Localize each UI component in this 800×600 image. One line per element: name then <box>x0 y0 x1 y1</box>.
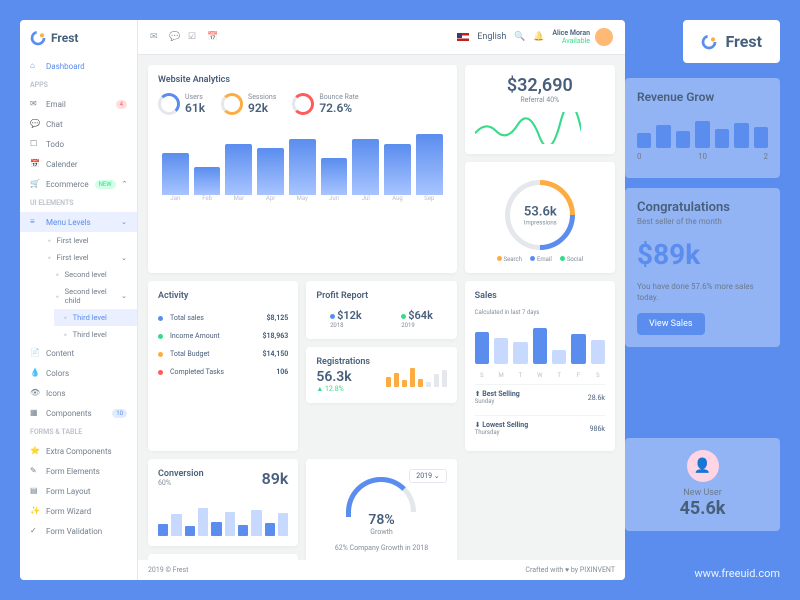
footer: 2019 © FrestCrafted with ♥ by PIXINVENT <box>138 560 625 580</box>
chevron-down-icon: ⌄ <box>121 254 127 262</box>
layout-icon: ▤ <box>30 486 40 496</box>
stat-users: Users61k <box>158 93 205 115</box>
referral-sparkline <box>475 112 582 144</box>
nav-menu-levels[interactable]: ≡Menu Levels⌄ <box>20 212 137 232</box>
brand-icon <box>701 34 717 50</box>
nav-ecommerce[interactable]: 🛒EcommerceNEW⌃ <box>20 174 137 194</box>
card-registrations: Registrations56.3k▲ 12.8% <box>306 347 456 403</box>
sales-chart <box>475 324 605 364</box>
nav-first-level-2[interactable]: ◦ First level⌄ <box>38 249 137 266</box>
new-badge: NEW <box>95 180 116 189</box>
view-sales-button[interactable]: View Sales <box>637 313 705 335</box>
nav-section-apps: APPS <box>20 76 137 94</box>
nav-calendar[interactable]: 📅Calender <box>20 154 137 174</box>
mail-icon: ✉ <box>30 99 40 109</box>
nav-email[interactable]: ✉Email4 <box>20 94 137 114</box>
user-menu[interactable]: Alice MoranAvailable <box>552 28 613 46</box>
stat-bounce: Bounce Rate72.6% <box>292 93 358 115</box>
donut-icon <box>221 93 243 115</box>
nav-section-ui: UI ELEMENTS <box>20 194 137 212</box>
box-icon: ▦ <box>30 408 40 418</box>
file-icon: 📄 <box>30 348 40 358</box>
calendar-icon: 📅 <box>30 159 40 169</box>
mail-icon[interactable]: ✉ <box>150 32 161 43</box>
side-card-new-user: 👤 New User 45.6k <box>625 438 780 531</box>
nav-form-validation[interactable]: ✓Form Validation <box>20 521 137 541</box>
donut-icon <box>292 93 314 115</box>
card-analytics: Website Analytics Users61k Sessions92k B… <box>148 65 457 273</box>
chat-icon[interactable]: 💬 <box>169 32 180 43</box>
registrations-chart <box>386 363 447 387</box>
card-conversion: Conversion60%89k <box>148 459 298 546</box>
flag-icon <box>457 33 469 41</box>
nav-second-child[interactable]: ◦ Second level child⌄ <box>46 283 137 309</box>
layers-icon: ≡ <box>30 217 40 227</box>
check-icon[interactable]: ☑ <box>188 32 199 43</box>
chevron-up-icon: ⌃ <box>122 180 128 188</box>
bell-icon[interactable]: 🔔 <box>533 32 544 43</box>
card-impressions: 53.6kImpressions SearchEmailSocial <box>465 162 615 273</box>
chart-x-axis: JanFebMarAprMayJunJulAugSep <box>158 195 447 202</box>
stat-sessions: Sessions92k <box>221 93 276 115</box>
side-brand: Frest <box>683 20 780 63</box>
revenue-chart <box>637 110 768 148</box>
droplet-icon: 💧 <box>30 368 40 378</box>
nav-section-forms: FORMS & TABLE <box>20 423 137 441</box>
conversion-chart <box>158 496 288 536</box>
magic-icon: ✨ <box>30 506 40 516</box>
components-badge: 10 <box>112 409 127 418</box>
nav-form-wizard[interactable]: ✨Form Wizard <box>20 501 137 521</box>
brand-logo: Frest <box>20 20 137 56</box>
chevron-down-icon: ⌄ <box>121 292 127 300</box>
cart-icon: 🛒 <box>30 179 40 189</box>
nav-first-level-1[interactable]: ◦ First level <box>38 232 137 249</box>
growth-gauge <box>346 477 416 512</box>
nav-content[interactable]: 📄Content <box>20 343 137 363</box>
watermark: www.freeuid.com <box>694 567 780 580</box>
user-icon: 👤 <box>687 450 719 482</box>
email-badge: 4 <box>116 100 127 109</box>
card-referral: $32,690 Referral 40% <box>465 65 615 154</box>
topbar: ✉ 💬 ☑ 📅 English 🔍 🔔 Alice MoranAvailable <box>138 20 625 55</box>
nav-form-layout[interactable]: ▤Form Layout <box>20 481 137 501</box>
card-activity: Activity Total sales$8,125 Income Amount… <box>148 281 298 451</box>
nav-dashboard[interactable]: ⌂Dashboard <box>20 56 137 76</box>
card-sales: Sales Calculated in last 7 days SMTWTFS … <box>465 281 615 451</box>
nav-chat[interactable]: 💬Chat <box>20 114 137 134</box>
brand-icon <box>30 30 46 46</box>
star-icon: ⭐ <box>30 446 40 456</box>
edit-icon: ✎ <box>30 466 40 476</box>
analytics-chart <box>158 125 447 195</box>
search-icon[interactable]: 🔍 <box>514 32 525 43</box>
card-growth: 2019 ⌄ 78% Growth 62% Company Growth in … <box>306 459 456 560</box>
chat-icon: 💬 <box>30 119 40 129</box>
avatar <box>595 28 613 46</box>
side-card-congrats: Congratulations Best seller of the month… <box>625 188 780 347</box>
nav-extra[interactable]: ⭐Extra Components <box>20 441 137 461</box>
card-profit: Profit Report $12k2018 $64k2019 <box>306 281 456 339</box>
nav-components[interactable]: ▦Components10 <box>20 403 137 423</box>
home-icon: ⌂ <box>30 61 40 71</box>
side-card-revenue: Revenue Grow 0102 <box>625 78 780 178</box>
nav-colors[interactable]: 💧Colors <box>20 363 137 383</box>
chevron-down-icon: ⌄ <box>121 218 127 226</box>
nav-todo[interactable]: ☐Todo <box>20 134 137 154</box>
nav-form-elements[interactable]: ✎Form Elements <box>20 461 137 481</box>
impressions-donut: 53.6kImpressions <box>490 166 589 265</box>
check-icon: ☐ <box>30 139 40 149</box>
nav-third-level-2[interactable]: ◦ Third level <box>54 326 137 343</box>
year-selector[interactable]: 2019 ⌄ <box>409 469 446 483</box>
card-title: Website Analytics <box>158 75 447 85</box>
language-selector[interactable]: English <box>477 32 506 42</box>
nav-second-level[interactable]: ◦ Second level <box>46 266 137 283</box>
calendar-icon[interactable]: 📅 <box>207 32 218 43</box>
nav-third-level-1[interactable]: ◦ Third level <box>54 309 137 326</box>
eye-icon: 👁 <box>30 388 40 398</box>
check-circle-icon: ✓ <box>30 526 40 536</box>
nav-icons[interactable]: 👁Icons <box>20 383 137 403</box>
donut-icon <box>158 93 180 115</box>
